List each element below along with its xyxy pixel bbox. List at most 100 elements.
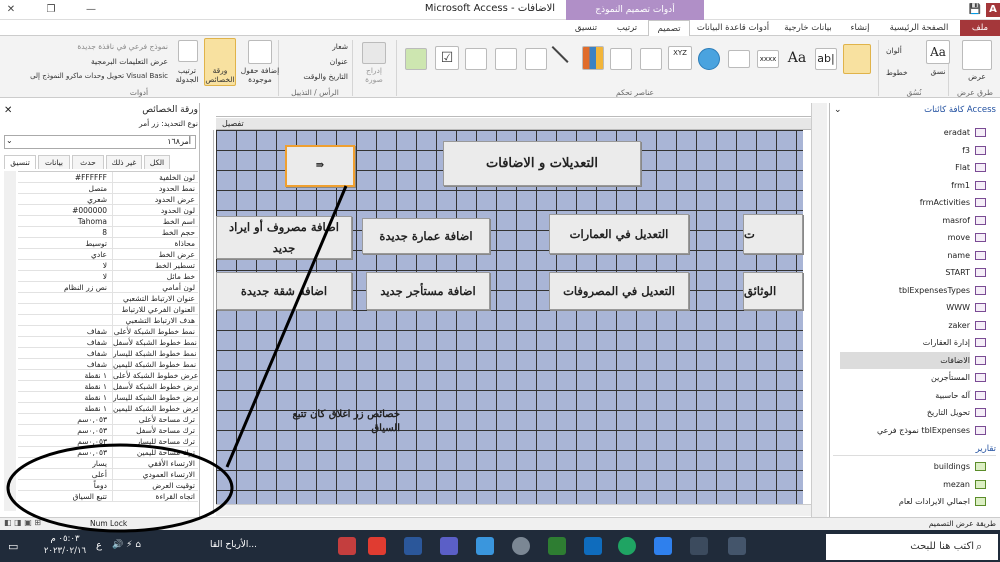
property-value[interactable]: متصل	[18, 183, 110, 194]
terminal-app-icon[interactable]	[548, 537, 566, 555]
convert-macros-button[interactable]: تحويل وحدات ماكرو النموذج إلى Visual Bas…	[8, 72, 168, 80]
add-building-button[interactable]: اضافة عمارة جديدة	[362, 218, 490, 254]
property-row[interactable]: نمط خطوط الشبكة لليسار شفاف	[18, 348, 198, 359]
add-expense-button[interactable]: اضافة مصروف أو ايراد جديد	[216, 216, 352, 259]
nav-form-item[interactable]: Flat	[840, 159, 970, 176]
nav-report-item[interactable]: mezan	[840, 476, 970, 493]
close-pane-icon[interactable]: ✕	[4, 105, 12, 116]
property-row[interactable]: نمط خطوط الشبكة لأسفل شفاف	[18, 337, 198, 348]
add-tenant-button[interactable]: اضافة مستأجر جديد	[366, 272, 490, 310]
view-button-label[interactable]: عرض	[962, 72, 992, 81]
title-button[interactable]: عنوان	[294, 57, 348, 66]
property-value[interactable]: ٠,٠٥٣سم	[18, 414, 110, 425]
property-value[interactable]: ١ نقطة	[18, 370, 110, 381]
nav-form-item[interactable]: tblExpensesTypes	[840, 282, 970, 299]
property-value[interactable]: 8	[18, 227, 110, 238]
toggle-button-icon[interactable]	[525, 48, 547, 70]
teams-app-icon[interactable]	[440, 537, 458, 555]
label-control-icon[interactable]: Aa	[786, 48, 808, 70]
property-value[interactable]: ٠,٠٥٣سم	[18, 425, 110, 436]
property-value[interactable]: يسار	[18, 458, 110, 469]
property-value[interactable]: نص زر النظام	[18, 282, 110, 293]
nav-form-item[interactable]: frmActivities	[840, 194, 970, 211]
selected-command-button[interactable]: ⇛	[285, 145, 355, 187]
property-row[interactable]: عرض الخط عادي	[18, 249, 198, 260]
edit-expenses-button[interactable]: التعديل في المصروفات	[549, 272, 689, 310]
photos-app-icon[interactable]	[654, 537, 672, 555]
nav-form-item[interactable]: الاضافات	[840, 351, 970, 369]
property-sheet-label[interactable]: ورقة الخصائص	[204, 66, 236, 84]
property-row[interactable]: الارتساء الأفقي يسار	[18, 458, 198, 469]
add-fields-label[interactable]: إضافة حقول موجودة	[238, 66, 282, 84]
foundation-button[interactable]: ت المؤسسة	[743, 214, 803, 254]
notification-icon[interactable]: ▭	[8, 540, 18, 553]
language-indicator[interactable]: ع	[96, 540, 102, 551]
add-fields-icon[interactable]	[248, 40, 272, 64]
property-row[interactable]: عرض خطوط الشبكة لأسفل ١ نقطة	[18, 381, 198, 392]
property-row[interactable]: ترك مساحة لليسار ٠,٠٥٣سم	[18, 436, 198, 447]
button-control-icon[interactable]: xxxx	[757, 50, 779, 68]
vertical-scrollbar[interactable]	[811, 103, 827, 517]
navigation-pane-title[interactable]: كافة كائنات Access	[833, 105, 996, 117]
nav-form-item[interactable]: name	[840, 247, 970, 264]
taskbar-time[interactable]: ٠٥:٠٣ م	[40, 534, 90, 544]
documents-button[interactable]: الوثائق	[743, 272, 803, 310]
property-value[interactable]: ١ نقطة	[18, 381, 110, 392]
property-row[interactable]: تسطير الخط لا	[18, 260, 198, 271]
tab-event-props[interactable]: حدث	[72, 155, 104, 169]
nav-form-item[interactable]: المستأجرين	[840, 369, 970, 386]
date-time-button[interactable]: التاريخ والوقت	[284, 72, 348, 81]
wps-app-icon[interactable]	[368, 537, 386, 555]
tab-order-label[interactable]: ترتيب الجدولة	[170, 66, 204, 84]
chevron-down-icon[interactable]: ⌄	[834, 105, 842, 115]
logo-button[interactable]: شعار	[294, 42, 348, 51]
tab-other-props[interactable]: غير ذلك	[106, 155, 142, 169]
nav-form-item[interactable]: f3	[840, 142, 970, 159]
tab-arrange[interactable]: ترتيب	[606, 20, 648, 36]
property-row[interactable]: ترك مساحة لأسفل ٠,٠٥٣سم	[18, 425, 198, 436]
property-value[interactable]: #000000	[18, 205, 110, 216]
tab-file[interactable]: ملف	[960, 20, 1000, 36]
property-value[interactable]: Tahoma	[18, 216, 110, 227]
option-group-icon[interactable]	[610, 48, 632, 70]
nav-form-item[interactable]: frm1	[840, 177, 970, 194]
chevron-down-icon[interactable]: ⌄	[6, 136, 13, 145]
view-shortcut-icons[interactable]: ◧ ◨ ▣ ⊞	[4, 518, 41, 527]
property-value[interactable]: شعري	[18, 194, 110, 205]
property-row[interactable]: نمط الحدود متصل	[18, 183, 198, 194]
property-value[interactable]: ٠,٠٥٣سم	[18, 447, 110, 458]
nav-report-item[interactable]: buildings	[840, 458, 970, 475]
tab-create[interactable]: إنشاء	[840, 20, 880, 36]
tab-data-props[interactable]: بيانات	[38, 155, 70, 169]
property-value[interactable]: ٠,٠٥٣سم	[18, 436, 110, 447]
edge-app-icon[interactable]	[618, 537, 636, 555]
nav-form-item[interactable]: move	[840, 229, 970, 246]
taskbar-date[interactable]: ٢٠٢٣/٠٢/١٦	[40, 546, 90, 556]
tab-format[interactable]: تنسيق	[566, 20, 606, 36]
mail-app-icon[interactable]	[584, 537, 602, 555]
property-row[interactable]: حجم الخط 8	[18, 227, 198, 238]
taskview-icon[interactable]	[728, 537, 746, 555]
view-code-button[interactable]: عرض التعليمات البرمجية	[8, 57, 168, 66]
restore-icon[interactable]: ❐	[44, 3, 58, 17]
combo-box-icon[interactable]	[465, 48, 487, 70]
property-value[interactable]: عادي	[18, 249, 110, 260]
nav-form-item[interactable]: WWW	[840, 299, 970, 316]
property-value[interactable]	[18, 315, 110, 326]
themes-button-label[interactable]: نسق	[924, 67, 952, 76]
property-row[interactable]: ترك مساحة لليمين ٠,٠٥٣سم	[18, 447, 198, 458]
subform-new-window-button[interactable]: نموذج فرعي في نافذة جديدة	[8, 42, 168, 51]
tab-all-props[interactable]: الكل	[144, 155, 170, 169]
store-app-icon[interactable]	[476, 537, 494, 555]
property-row[interactable]: لون أمامي نص زر النظام	[18, 282, 198, 293]
property-row[interactable]: نمط خطوط الشبكة لأعلى شفاف	[18, 326, 198, 337]
list-box-icon[interactable]	[495, 48, 517, 70]
image-control-icon[interactable]	[405, 48, 427, 70]
nav-form-item[interactable]: تحويل التاريخ	[840, 404, 970, 421]
settings-app-icon[interactable]	[512, 537, 530, 555]
property-row[interactable]: عرض خطوط الشبكة لأعلى ١ نقطة	[18, 370, 198, 381]
property-row[interactable]: الارتساء العمودي أعلى	[18, 469, 198, 480]
title-label-button[interactable]: التعديلات و الاضافات	[443, 141, 641, 186]
checkbox-control-icon[interactable]: ☑	[435, 46, 459, 70]
navigation-control-icon[interactable]	[640, 48, 662, 70]
